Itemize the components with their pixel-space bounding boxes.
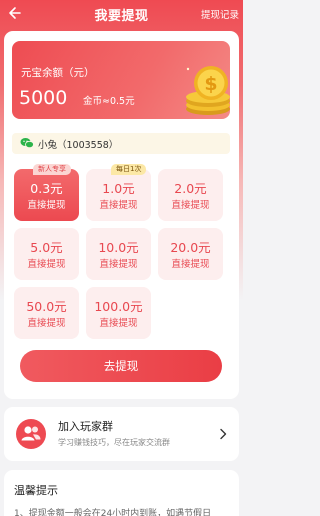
option-subtitle: 直接提现 bbox=[99, 259, 138, 270]
svg-text:$: $ bbox=[204, 73, 217, 95]
option-subtitle: 直接提现 bbox=[99, 318, 138, 329]
withdraw-button[interactable]: 去提现 bbox=[20, 350, 222, 382]
withdraw-records-link[interactable]: 提现记录 bbox=[201, 7, 239, 21]
group-title: 加入玩家群 bbox=[58, 420, 113, 433]
amount-option-5-0[interactable]: 5.0元 直接提现 bbox=[14, 228, 79, 280]
option-amount: 10.0元 bbox=[98, 240, 139, 255]
option-subtitle: 直接提现 bbox=[99, 200, 138, 211]
newcomer-tag: 新人专享 bbox=[33, 164, 71, 175]
option-amount: 2.0元 bbox=[174, 181, 207, 196]
option-subtitle: 直接提现 bbox=[27, 259, 66, 270]
option-subtitle: 直接提现 bbox=[171, 259, 210, 270]
amount-option-50-0[interactable]: 50.0元 直接提现 bbox=[14, 287, 79, 339]
group-subtitle: 学习赚钱技巧，尽在玩家交流群 bbox=[58, 438, 170, 447]
amount-option-1-0[interactable]: 每日1次 1.0元 直接提现 bbox=[86, 164, 151, 221]
option-amount: 100.0元 bbox=[94, 299, 143, 314]
option-subtitle: 直接提现 bbox=[27, 318, 66, 329]
tips-line: 1、提现金额一般会在24小时内到账，如遇节假日 bbox=[14, 509, 212, 516]
amount-option-100-0[interactable]: 100.0元 直接提现 bbox=[86, 287, 151, 339]
option-subtitle: 直接提现 bbox=[171, 200, 210, 211]
wechat-account-row: 小兔（1003558） bbox=[12, 133, 230, 154]
join-group-card[interactable]: 加入玩家群 学习赚钱技巧，尽在玩家交流群 bbox=[4, 407, 239, 461]
option-amount: 5.0元 bbox=[30, 240, 63, 255]
daily-tag: 每日1次 bbox=[111, 164, 147, 175]
amount-option-0-3[interactable]: 新人专享 0.3元 直接提现 bbox=[14, 164, 79, 221]
tips-card: 温馨提示 1、提现金额一般会在24小时内到账，如遇节假日 bbox=[4, 470, 239, 516]
balance-card: 元宝余额（元） 5000 金币≈0.5元 $ bbox=[12, 41, 230, 119]
top-nav-bar: 我要提现 提现记录 bbox=[0, 0, 243, 28]
option-amount: 1.0元 bbox=[102, 181, 135, 196]
option-subtitle: 直接提现 bbox=[27, 200, 66, 211]
balance-label: 元宝余额（元） bbox=[21, 67, 95, 79]
user-name-id: 小兔（1003558） bbox=[38, 140, 119, 151]
amount-option-20-0[interactable]: 20.0元 直接提现 bbox=[158, 228, 223, 280]
option-amount: 0.3元 bbox=[30, 181, 63, 196]
balance-value: 5000 bbox=[19, 87, 68, 109]
gold-coin-stack-icon: $ bbox=[186, 66, 230, 115]
amount-option-2-0[interactable]: 2.0元 直接提现 bbox=[158, 169, 223, 221]
option-amount: 50.0元 bbox=[26, 299, 67, 314]
wechat-icon bbox=[20, 138, 34, 149]
group-people-icon bbox=[16, 419, 46, 449]
option-amount: 20.0元 bbox=[170, 240, 211, 255]
amount-option-10-0[interactable]: 10.0元 直接提现 bbox=[86, 228, 151, 280]
chevron-right-icon bbox=[220, 428, 227, 440]
tips-title: 温馨提示 bbox=[14, 484, 58, 497]
balance-unit: 金币≈0.5元 bbox=[83, 96, 135, 107]
